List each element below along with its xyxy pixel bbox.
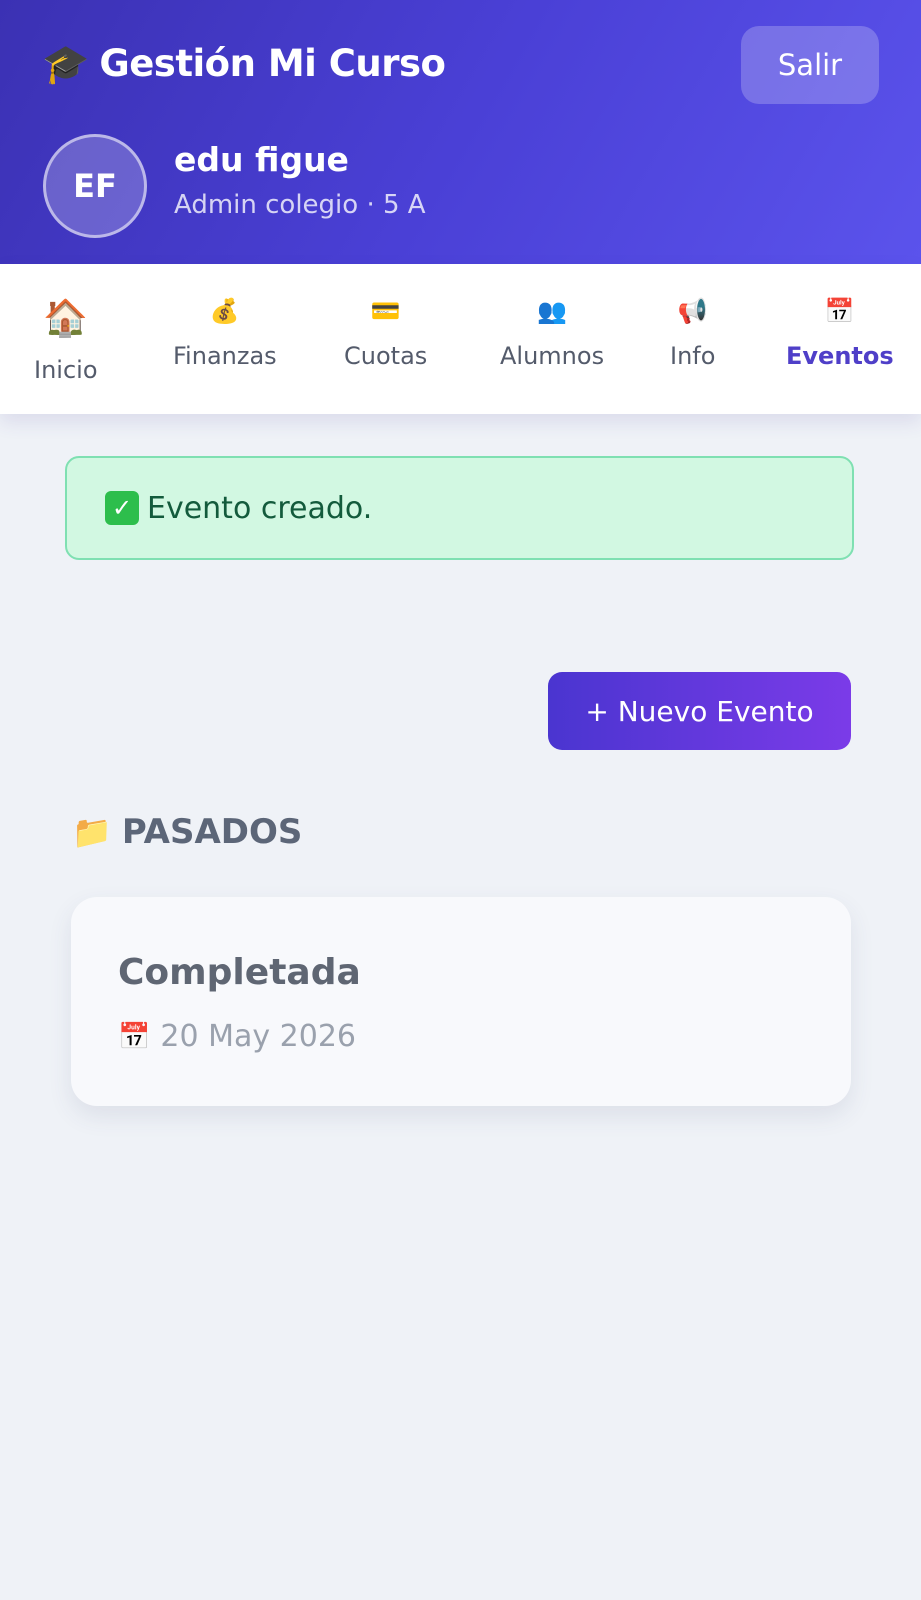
tab-label: Alumnos — [500, 342, 605, 370]
credit-card-icon: 💳 — [370, 297, 401, 325]
tab-label: Inicio — [34, 356, 98, 384]
past-events-heading: 📁 PASADOS — [72, 812, 302, 852]
event-date-text: 20 May 2026 — [160, 1019, 356, 1054]
app-header: 🎓 Gestión Mi Curso Salir EF edu figue Ad… — [0, 0, 921, 264]
calendar-icon: 📅 — [118, 1021, 151, 1052]
tab-label: Eventos — [786, 342, 894, 370]
people-icon: 👥 — [537, 297, 567, 325]
megaphone-icon: 📢 — [677, 297, 708, 325]
logout-button[interactable]: Salir — [741, 26, 879, 104]
tab-label: Cuotas — [344, 342, 428, 370]
avatar: EF — [43, 134, 147, 238]
alert-message: Evento creado. — [147, 490, 373, 526]
user-role: Admin colegio · 5 A — [174, 190, 426, 220]
check-box-icon: ✓ — [105, 491, 139, 525]
tab-bar — [0, 264, 921, 414]
event-title: Completada — [118, 952, 361, 993]
event-date: 📅 20 May 2026 — [118, 1019, 356, 1054]
tab-alumnos[interactable]: 👥 Alumnos — [500, 294, 604, 370]
graduation-cap-icon: 🎓 — [42, 41, 90, 86]
tab-info[interactable]: 📢 Info — [670, 294, 715, 370]
success-alert: ✓ Evento creado. — [65, 456, 854, 560]
tab-inicio[interactable]: 🏠 Inicio — [34, 296, 98, 385]
user-name: edu figue — [174, 140, 349, 179]
new-event-button[interactable]: + Nuevo Evento — [548, 672, 851, 750]
brand: 🎓 Gestión Mi Curso — [42, 41, 446, 86]
event-card[interactable]: Completada 📅 20 May 2026 — [71, 897, 851, 1106]
calendar-icon: 📅 — [824, 297, 855, 325]
tab-label: Finanzas — [173, 342, 277, 370]
folder-icon: 📁 — [72, 813, 112, 851]
tab-finanzas[interactable]: 💰 Finanzas — [173, 294, 277, 370]
tab-eventos[interactable]: 📅 Eventos — [786, 294, 894, 370]
app-title: Gestión Mi Curso — [99, 42, 446, 85]
tab-cuotas[interactable]: 💳 Cuotas — [344, 294, 427, 370]
money-bag-icon: 💰 — [209, 297, 240, 325]
section-title: PASADOS — [121, 812, 303, 852]
tab-label: Info — [670, 342, 716, 370]
house-icon: 🏠 — [43, 298, 89, 339]
